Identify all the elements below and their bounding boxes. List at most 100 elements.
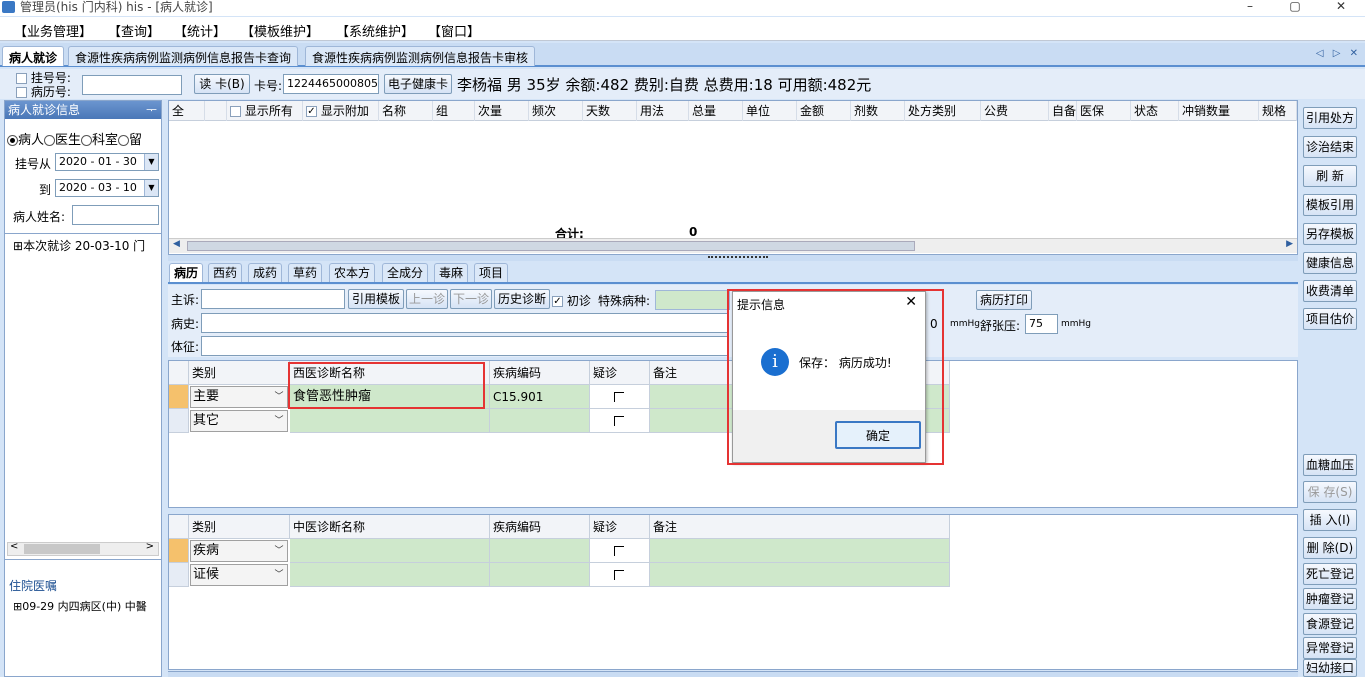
first-visit-checkbox[interactable] [552, 296, 563, 307]
next-visit-button[interactable]: 下一诊 [450, 289, 492, 309]
suspected-checkbox[interactable] [614, 392, 624, 402]
refresh-button[interactable]: 刷 新 [1303, 165, 1357, 187]
col-self[interactable]: 自备 [1049, 101, 1077, 121]
menu-business[interactable]: 【业务管理】 [14, 21, 92, 40]
close-window-button[interactable]: ✕ [1326, 0, 1356, 14]
read-card-button[interactable]: 读 卡(B) [194, 74, 250, 94]
estimate-button[interactable]: 项目估价 [1303, 308, 1357, 330]
col-disease-code[interactable]: 疾病编码 [490, 361, 590, 385]
date-to-picker[interactable]: 2020 - 03 - 10 ▼ [55, 179, 159, 197]
tree-item-inpatient[interactable]: ⊞09-29 内四病区(中) 中醫 [13, 598, 161, 614]
horizontal-scrollbar[interactable]: < > [7, 541, 159, 556]
suspected-cell[interactable] [590, 563, 650, 587]
history-input[interactable] [201, 313, 728, 333]
col-public[interactable]: 公费 [981, 101, 1049, 121]
expand-icon[interactable]: ⊞ [13, 239, 23, 253]
special-disease-select[interactable] [655, 290, 730, 310]
cite-rx-button[interactable]: 引用处方 [1303, 107, 1357, 129]
type-select[interactable]: 其它 ﹀ [190, 410, 288, 432]
tab-full-component[interactable]: 全成分 [382, 263, 429, 282]
pin-icon[interactable]: ᅮ [146, 101, 157, 119]
chevron-down-icon[interactable]: ▼ [144, 180, 158, 196]
suspected-checkbox[interactable] [614, 416, 624, 426]
col-suspected[interactable]: 疑诊 [590, 361, 650, 385]
col-all[interactable]: 全 [169, 101, 205, 121]
suspected-checkbox[interactable] [614, 570, 624, 580]
insert-button[interactable]: 插 入(I) [1303, 509, 1357, 531]
remark-cell[interactable] [650, 539, 950, 563]
ehealth-card-button[interactable]: 电子健康卡 [384, 74, 452, 94]
chevron-down-icon[interactable]: ﹀ [271, 411, 287, 431]
tab-food-report-query[interactable]: 食源性疾病病例监测病例信息报告卡查询 [68, 46, 299, 66]
radio-dept[interactable] [81, 135, 93, 146]
abnormal-register-button[interactable]: 异常登记 [1303, 637, 1357, 659]
splitter-grip[interactable] [708, 256, 768, 258]
scroll-left-icon[interactable]: < [10, 541, 18, 552]
tab-nav-arrows[interactable]: ◁ ▷ ✕ [1316, 48, 1361, 59]
menu-statistics[interactable]: 【统计】 [174, 21, 226, 40]
col-status[interactable]: 状态 [1131, 101, 1179, 121]
maternal-child-button[interactable]: 妇幼接口 [1303, 659, 1357, 677]
chevron-down-icon[interactable]: ﹀ [271, 541, 287, 561]
tumor-register-button[interactable]: 肿瘤登记 [1303, 588, 1357, 610]
tree-item-current-visit[interactable]: ⊞本次就诊 20-03-10 门 [13, 237, 161, 254]
finish-visit-button[interactable]: 诊治结束 [1303, 136, 1357, 158]
col-unit[interactable]: 单位 [743, 101, 797, 121]
col-total[interactable]: 总量 [689, 101, 743, 121]
disease-code-cell[interactable] [490, 539, 590, 563]
col-name[interactable]: 名称 [379, 101, 433, 121]
scroll-right-icon[interactable]: > [146, 541, 154, 552]
tab-narcotic[interactable]: 毒麻 [434, 263, 469, 282]
scroll-left-icon[interactable]: ◀ [173, 239, 180, 249]
suspected-checkbox[interactable] [614, 546, 624, 556]
sign-input[interactable] [201, 336, 728, 356]
glucose-bp-button[interactable]: 血糖血压 [1303, 454, 1357, 476]
diastolic-input[interactable]: 75 [1025, 314, 1058, 334]
save-button[interactable]: 保 存(S) [1303, 481, 1357, 503]
col-days[interactable]: 天数 [583, 101, 637, 121]
tab-herbal-med[interactable]: 草药 [288, 263, 323, 282]
grid-hscrollbar[interactable]: ◀ ▶ [169, 238, 1297, 253]
health-info-button[interactable]: 健康信息 [1303, 252, 1357, 274]
tab-items[interactable]: 项目 [474, 263, 509, 282]
radio-doctor[interactable] [44, 135, 56, 146]
show-extra-toggle[interactable]: 显示附加 [303, 101, 379, 121]
first-visit-toggle[interactable]: 初诊 [552, 292, 591, 309]
col-doses[interactable]: 剂数 [851, 101, 905, 121]
reg-no-input[interactable] [82, 75, 182, 95]
chevron-down-icon[interactable]: ﹀ [271, 565, 287, 585]
col-dose[interactable]: 次量 [475, 101, 529, 121]
disease-code-cell[interactable] [490, 563, 590, 587]
prev-visit-button[interactable]: 上一诊 [406, 289, 448, 309]
tcm-diag-name-cell[interactable] [290, 539, 490, 563]
show-all-toggle[interactable]: 显示所有 [227, 101, 303, 121]
col-writeoff[interactable]: 冲销数量 [1179, 101, 1259, 121]
col-frequency[interactable]: 频次 [529, 101, 583, 121]
col-suspected[interactable]: 疑诊 [590, 515, 650, 539]
col-type[interactable]: 类别 [189, 361, 290, 385]
col-remark[interactable]: 备注 [650, 515, 950, 539]
col-group[interactable]: 组 [433, 101, 475, 121]
disease-code-cell[interactable] [490, 409, 590, 433]
tab-farm-rx[interactable]: 农本方 [329, 263, 376, 282]
card-no-input[interactable]: 122446500080563 [283, 74, 379, 94]
patient-name-input[interactable] [72, 205, 159, 225]
suspected-cell[interactable] [590, 385, 650, 409]
tab-medical-record[interactable]: 病历 [169, 263, 204, 282]
splitter[interactable] [168, 255, 1298, 261]
remark-cell[interactable] [650, 563, 950, 587]
menu-template[interactable]: 【模板维护】 [241, 21, 319, 40]
col-insurance[interactable]: 医保 [1077, 101, 1131, 121]
scroll-thumb[interactable] [24, 544, 100, 554]
col-spec[interactable]: 规格 [1259, 101, 1297, 121]
suspected-cell[interactable] [590, 409, 650, 433]
record-print-button[interactable]: 病历打印 [976, 290, 1032, 310]
menu-window[interactable]: 【窗口】 [428, 21, 480, 40]
maximize-button[interactable]: ▢ [1280, 0, 1310, 14]
cite-template-button[interactable]: 引用模板 [348, 289, 404, 309]
type-select[interactable]: 证候 ﹀ [190, 564, 288, 586]
tab-patent-med[interactable]: 成药 [248, 263, 283, 282]
fee-list-button[interactable]: 收费清单 [1303, 280, 1357, 302]
scroll-right-icon[interactable]: ▶ [1286, 239, 1293, 249]
col-type[interactable]: 类别 [189, 515, 290, 539]
